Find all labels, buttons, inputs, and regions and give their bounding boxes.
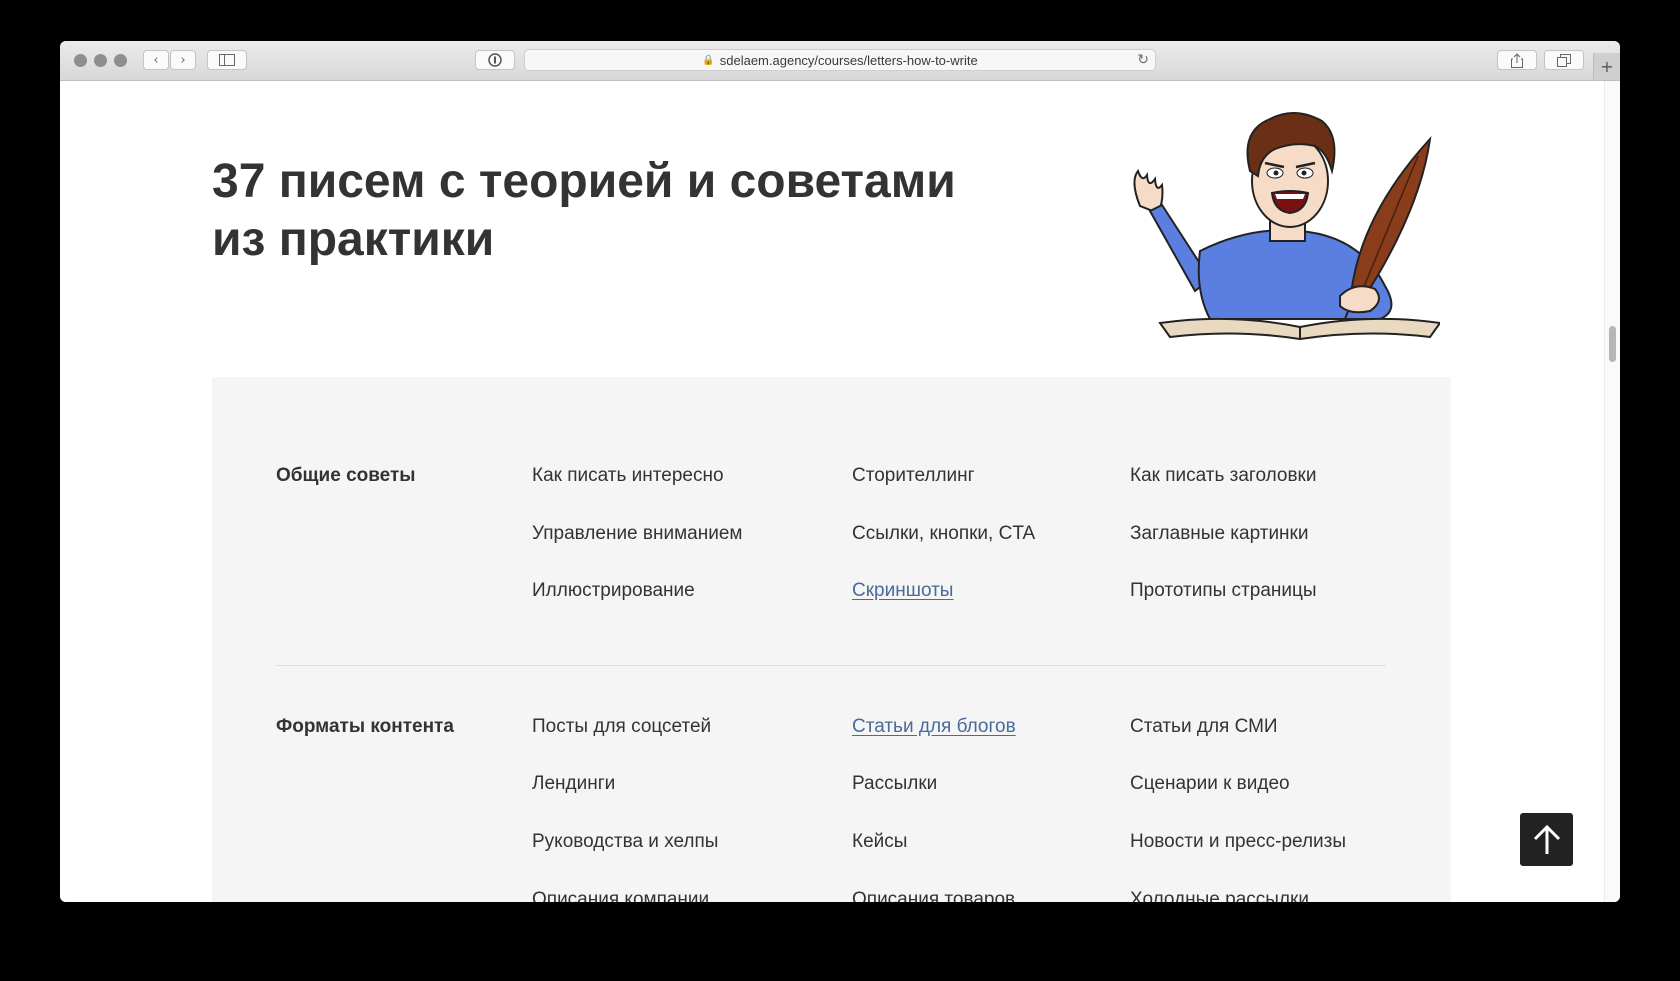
link-storytelling[interactable]: Сторителлинг <box>852 465 975 487</box>
page-title-line-1: 37 писем с теорией и советами <box>212 155 956 208</box>
link-stsenarii-k-video[interactable]: Сценарии к видео <box>1130 773 1290 795</box>
page-content: 37 писем с теорией и советами из практик… <box>60 81 1605 902</box>
tabs-icon <box>1557 53 1571 67</box>
link-ssylki-knopki-cta[interactable]: Ссылки, кнопки, CTA <box>852 523 1035 545</box>
chevron-left-icon: ‹ <box>153 52 159 68</box>
link-novosti-i-press-relizy[interactable]: Новости и пресс-релизы <box>1130 831 1346 853</box>
plus-icon: + <box>1600 57 1614 76</box>
back-button[interactable]: ‹ <box>143 50 169 70</box>
zoom-window-button[interactable] <box>114 54 127 67</box>
tabs-overview-button[interactable] <box>1544 50 1584 70</box>
section-divider <box>276 665 1386 666</box>
link-upravlenie-vnimaniem[interactable]: Управление вниманием <box>532 523 742 545</box>
link-illyustrirovanie[interactable]: Иллюстрирование <box>532 580 695 602</box>
section-title-general-tips: Общие советы <box>276 465 416 486</box>
link-stati-dlya-smi[interactable]: Статьи для СМИ <box>1130 716 1278 738</box>
page-title-line-2: из практики <box>212 213 495 266</box>
link-stati-dlya-blogov[interactable]: Статьи для блогов <box>852 716 1016 738</box>
browser-window: ‹ › 🔒 sdelaem.agency/courses/letters-how… <box>60 41 1620 902</box>
scroll-to-top-button[interactable] <box>1520 813 1573 866</box>
forward-button[interactable]: › <box>170 50 196 70</box>
minimize-window-button[interactable] <box>94 54 107 67</box>
scrollbar-thumb[interactable] <box>1609 326 1616 362</box>
sidebar-toggle-button[interactable] <box>207 50 247 70</box>
link-zaglavnye-kartinki[interactable]: Заглавные картинки <box>1130 523 1308 545</box>
reload-icon[interactable]: ↻ <box>1137 52 1149 68</box>
link-rassylki[interactable]: Рассылки <box>852 773 937 795</box>
page-title: 37 писем с теорией и советами из практик… <box>212 153 1012 269</box>
browser-toolbar: ‹ › 🔒 sdelaem.agency/courses/letters-how… <box>60 41 1620 81</box>
address-bar[interactable]: 🔒 sdelaem.agency/courses/letters-how-to-… <box>524 49 1156 71</box>
link-lendingi[interactable]: Лендинги <box>532 773 615 795</box>
close-window-button[interactable] <box>74 54 87 67</box>
link-rukovodstva-i-khelpy[interactable]: Руководства и хелпы <box>532 831 718 853</box>
link-prototipy-stranitsy[interactable]: Прототипы страницы <box>1130 580 1317 602</box>
lock-icon: 🔒 <box>702 54 715 66</box>
link-skrinshoty[interactable]: Скриншоты <box>852 580 953 602</box>
link-keysy[interactable]: Кейсы <box>852 831 907 853</box>
share-button[interactable] <box>1497 50 1537 70</box>
vertical-scrollbar[interactable] <box>1604 81 1620 902</box>
writer-illustration <box>1133 112 1440 341</box>
arrow-up-icon <box>1533 824 1560 854</box>
link-opisaniya-tovarov[interactable]: Описания товаров <box>852 889 1015 902</box>
section-title-content-formats: Форматы контента <box>276 716 454 737</box>
link-opisaniya-kompanii[interactable]: Описания компании <box>532 889 709 902</box>
url-text: sdelaem.agency/courses/letters-how-to-wr… <box>719 52 978 68</box>
link-kholodnye-rassylki[interactable]: Холодные рассылки <box>1130 889 1309 902</box>
chevron-right-icon: › <box>180 52 186 68</box>
sidebar-icon <box>219 54 235 66</box>
password-icon <box>488 53 502 67</box>
link-kak-pisat-zagolovki[interactable]: Как писать заголовки <box>1130 465 1316 487</box>
password-button[interactable] <box>475 50 515 70</box>
course-contents-panel: Общие советы Как писать интересно Сторит… <box>212 377 1451 902</box>
share-icon <box>1511 52 1523 68</box>
new-tab-button[interactable]: + <box>1593 53 1620 80</box>
link-posty-dlya-sotssetey[interactable]: Посты для соцсетей <box>532 716 711 738</box>
link-kak-pisat-interesno[interactable]: Как писать интересно <box>532 465 724 487</box>
